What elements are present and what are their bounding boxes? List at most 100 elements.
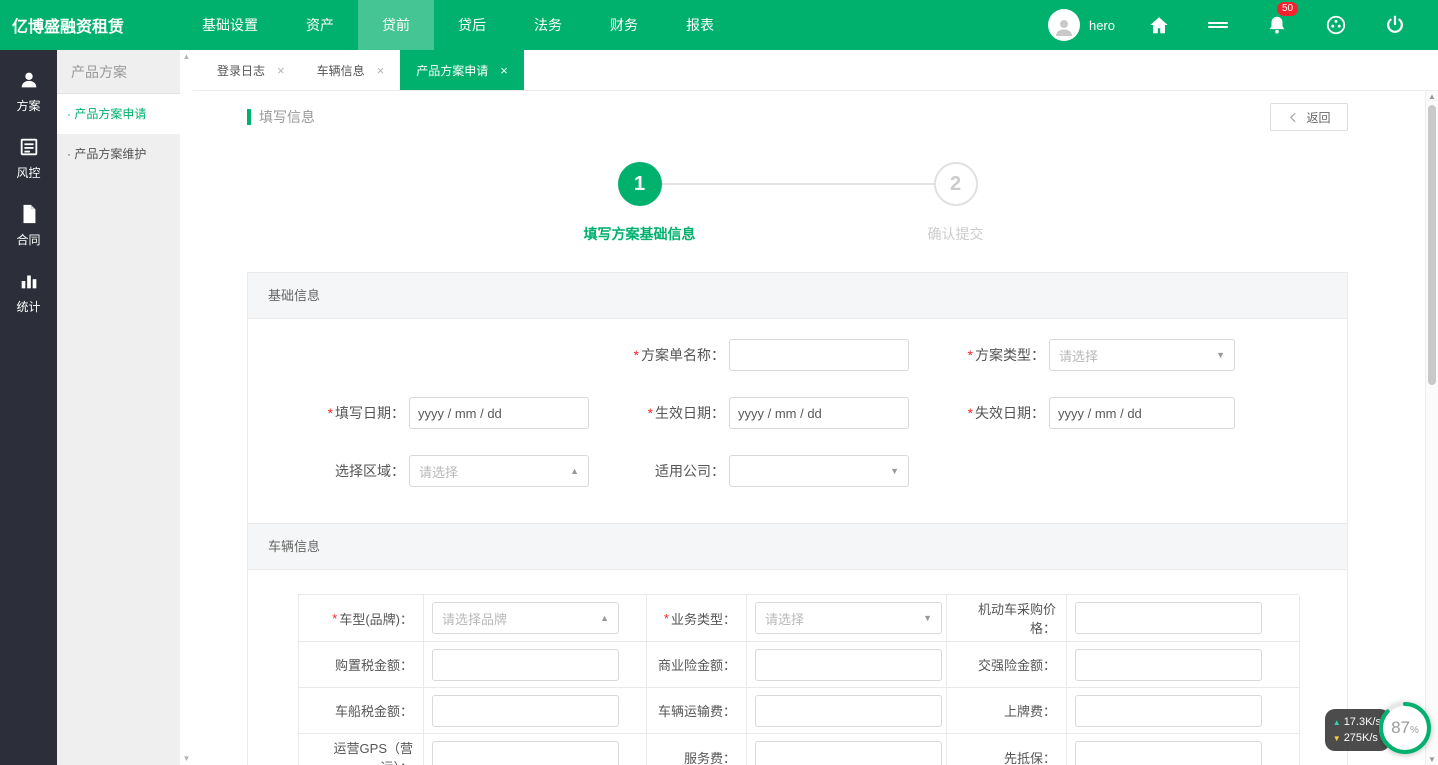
commercial-insurance-input[interactable] xyxy=(755,649,942,681)
submenu-item-plan-maintain[interactable]: · 产品方案维护 xyxy=(57,134,180,174)
menu-button[interactable] xyxy=(1188,19,1247,31)
power-icon xyxy=(1384,14,1406,36)
submenu: 产品方案 · 产品方案申请 · 产品方案维护 xyxy=(57,50,180,765)
sidebar-item-plan[interactable]: 方案 xyxy=(0,58,57,125)
scroll-down-icon[interactable]: ▼ xyxy=(180,754,193,763)
tab-close-icon[interactable]: × xyxy=(500,63,508,78)
basic-info-panel: 基础信息 *方案单名称： *方案类型： 请选择▼ *填写日期： *生效日期： xyxy=(247,272,1348,524)
step-circle: 1 xyxy=(618,162,662,206)
service-fee-input[interactable] xyxy=(755,741,942,765)
business-type-select[interactable]: 请选择▼ xyxy=(755,602,942,634)
nav-item-basic-settings[interactable]: 基础设置 xyxy=(178,0,282,50)
plan-name-label: *方案单名称： xyxy=(589,345,729,365)
theme-button[interactable] xyxy=(1306,14,1365,36)
nav-item-reports[interactable]: 报表 xyxy=(662,0,738,50)
nav-item-finance[interactable]: 财务 xyxy=(586,0,662,50)
main-area: 登录日志 × 车辆信息 × 产品方案申请 × 填写信息 xyxy=(193,50,1438,765)
chevron-down-icon: ▼ xyxy=(890,466,899,476)
notifications-button[interactable]: 50 xyxy=(1247,14,1306,36)
vehicle-info-panel: 车辆信息 *车型(品牌)： 请选择品牌▲ *业务类型： 请选择▼ 机动车采购价格… xyxy=(247,524,1348,765)
scrollbar-thumb[interactable] xyxy=(1428,105,1436,385)
top-nav: 基础设置 资产 贷前 贷后 法务 财务 报表 xyxy=(178,0,738,50)
stepper-step-1: 1 填写方案基础信息 xyxy=(570,162,710,244)
basic-info-form: *方案单名称： *方案类型： 请选择▼ *填写日期： *生效日期： *失效日期： xyxy=(248,319,1347,523)
nav-item-post-loan[interactable]: 贷后 xyxy=(434,0,510,50)
commercial-insurance-label: 商业险金额： xyxy=(647,642,747,688)
notification-badge: 50 xyxy=(1277,2,1298,16)
sidebar-item-risk[interactable]: 风控 xyxy=(0,125,57,192)
tab-login-log[interactable]: 登录日志 × xyxy=(201,50,301,90)
home-icon xyxy=(1148,14,1170,36)
gps-fee-label: 运营GPS（营运）： xyxy=(299,734,424,765)
username: hero xyxy=(1089,18,1115,33)
nav-item-assets[interactable]: 资产 xyxy=(282,0,358,50)
vehicle-info-panel-title: 车辆信息 xyxy=(248,524,1347,570)
page-title: 填写信息 xyxy=(259,107,315,127)
company-label: 适用公司： xyxy=(589,461,729,481)
chevron-left-icon xyxy=(1287,111,1300,124)
region-label: 选择区域： xyxy=(248,461,409,481)
compulsory-insurance-label: 交强险金额： xyxy=(947,642,1067,688)
sidebar: 方案 风控 合同 统计 xyxy=(0,50,57,765)
license-fee-input[interactable] xyxy=(1075,695,1262,727)
fill-date-input[interactable] xyxy=(409,397,589,429)
tab-close-icon[interactable]: × xyxy=(377,63,385,78)
scroll-up-icon[interactable]: ▲ xyxy=(1426,92,1438,101)
guarantee-label: 先抵保： xyxy=(947,734,1067,765)
main-scrollbar[interactable]: ▲ ▼ xyxy=(1425,91,1438,765)
arrow-up-icon: ▲ xyxy=(1333,718,1341,727)
chevron-up-icon: ▲ xyxy=(570,466,579,476)
brand-select[interactable]: 请选择品牌▲ xyxy=(432,602,619,634)
accent-bar xyxy=(247,109,251,125)
upload-speed: ▲ 17.3K/s xyxy=(1333,716,1381,728)
vehicle-info-table: *车型(品牌)： 请选择品牌▲ *业务类型： 请选择▼ 机动车采购价格： 购置税… xyxy=(298,594,1299,765)
nav-item-legal[interactable]: 法务 xyxy=(510,0,586,50)
performance-gauge[interactable]: 87% xyxy=(1376,699,1434,757)
transport-fee-input[interactable] xyxy=(755,695,942,727)
sidebar-item-stats[interactable]: 统计 xyxy=(0,259,57,326)
vehicle-vessel-tax-label: 车船税金额： xyxy=(299,688,424,734)
purchase-tax-label: 购置税金额： xyxy=(299,642,424,688)
tab-product-plan-apply[interactable]: 产品方案申请 × xyxy=(400,50,524,90)
home-button[interactable] xyxy=(1129,14,1188,36)
purchase-price-input[interactable] xyxy=(1075,602,1262,634)
avatar[interactable] xyxy=(1048,9,1080,41)
sidebar-item-contract[interactable]: 合同 xyxy=(0,192,57,259)
chevron-down-icon: ▼ xyxy=(1216,350,1225,360)
content: 填写信息 返回 1 填写方案基础信息 xyxy=(193,91,1425,765)
vehicle-vessel-tax-input[interactable] xyxy=(432,695,619,727)
submenu-scrollbar[interactable]: ▲ ▼ xyxy=(180,50,193,765)
tabbar: 登录日志 × 车辆信息 × 产品方案申请 × xyxy=(193,50,1438,91)
fill-date-label: *填写日期： xyxy=(248,403,409,423)
plan-name-input[interactable] xyxy=(729,339,909,371)
plan-type-select[interactable]: 请选择▼ xyxy=(1049,339,1235,371)
nav-item-pre-loan[interactable]: 贷前 xyxy=(358,0,434,50)
brand-label: *车型(品牌)： xyxy=(299,595,424,642)
effective-date-input[interactable] xyxy=(729,397,909,429)
effective-date-label: *生效日期： xyxy=(589,403,729,423)
hamburger-icon xyxy=(1208,19,1228,31)
logout-button[interactable] xyxy=(1365,14,1424,36)
expire-date-input[interactable] xyxy=(1049,397,1235,429)
person-icon xyxy=(18,69,40,91)
tab-close-icon[interactable]: × xyxy=(277,63,285,78)
stepper-step-2: 2 确认提交 xyxy=(886,162,1026,244)
bell-icon xyxy=(1266,14,1288,36)
arrow-down-icon: ▼ xyxy=(1333,734,1341,743)
tab-vehicle-info[interactable]: 车辆信息 × xyxy=(301,50,401,90)
user-icon xyxy=(1052,15,1076,39)
region-select[interactable]: 请选择▲ xyxy=(409,455,589,487)
topbar: 亿博盛融资租赁 基础设置 资产 贷前 贷后 法务 财务 报表 hero 50 xyxy=(0,0,1438,50)
compulsory-insurance-input[interactable] xyxy=(1075,649,1262,681)
purchase-tax-input[interactable] xyxy=(432,649,619,681)
back-button[interactable]: 返回 xyxy=(1270,103,1348,131)
plan-type-label: *方案类型： xyxy=(909,345,1049,365)
submenu-item-plan-apply[interactable]: · 产品方案申请 xyxy=(57,94,180,134)
gps-fee-input[interactable] xyxy=(432,741,619,765)
topbar-right: hero 50 xyxy=(1048,9,1438,41)
guarantee-input[interactable] xyxy=(1075,741,1262,765)
gauge-value: 87% xyxy=(1376,699,1434,757)
scroll-up-icon[interactable]: ▲ xyxy=(180,52,193,61)
submenu-title: 产品方案 xyxy=(57,50,180,94)
company-select[interactable]: ▼ xyxy=(729,455,909,487)
